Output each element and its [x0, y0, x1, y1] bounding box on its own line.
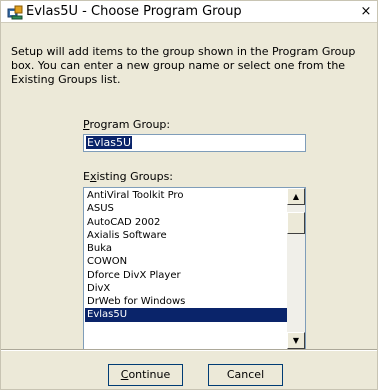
cancel-button[interactable]: Cancel	[208, 364, 283, 386]
list-item[interactable]: Axialis Software	[85, 229, 287, 242]
existing-groups-list[interactable]: AntiViral Toolkit Pro ASUS AutoCAD 2002 …	[83, 187, 306, 350]
scroll-thumb[interactable]	[287, 212, 305, 234]
existing-groups-label-pre: E	[83, 170, 90, 183]
list-item[interactable]: DivX	[85, 282, 287, 295]
arrow-down-icon: ▼	[292, 336, 300, 345]
program-group-label-rest: rogram Group:	[89, 118, 171, 131]
list-item[interactable]: Dforce DivX Player	[85, 269, 287, 282]
existing-groups-label-rest: isting Groups:	[96, 170, 174, 183]
program-group-label: Program Group:	[83, 118, 170, 131]
arrow-up-icon: ▲	[292, 192, 300, 201]
title-bar[interactable]: Evlas5U - Choose Program Group ×	[1, 1, 377, 23]
continue-label: ontinue	[128, 368, 171, 381]
list-item[interactable]: ASUS	[85, 202, 287, 215]
list-scrollbar[interactable]: ▲ ▼	[287, 188, 305, 349]
existing-groups-label: Existing Groups:	[83, 170, 173, 183]
close-icon: ×	[360, 4, 372, 19]
program-group-input[interactable]: Evlas5U	[83, 134, 306, 152]
list-item[interactable]: COWON	[85, 255, 287, 268]
instructions-text: Setup will add items to the group shown …	[11, 45, 356, 86]
scroll-down-button[interactable]: ▼	[287, 332, 305, 349]
setup-icon	[7, 5, 23, 20]
program-group-value: Evlas5U	[86, 136, 133, 149]
existing-groups-items: AntiViral Toolkit Pro ASUS AutoCAD 2002 …	[85, 189, 287, 348]
list-item-selected[interactable]: Evlas5U	[85, 308, 287, 322]
list-item[interactable]: AutoCAD 2002	[85, 216, 287, 229]
close-button[interactable]: ×	[357, 3, 375, 21]
separator	[1, 349, 377, 351]
list-item[interactable]: DrWeb for Windows	[85, 295, 287, 308]
list-item[interactable]: Buka	[85, 242, 287, 255]
scroll-up-button[interactable]: ▲	[287, 188, 305, 205]
window-title: Evlas5U - Choose Program Group	[26, 4, 242, 19]
list-item[interactable]: AntiViral Toolkit Pro	[85, 189, 287, 202]
choose-program-group-dialog: Evlas5U - Choose Program Group × Setup w…	[0, 0, 378, 390]
continue-button[interactable]: Continue	[108, 364, 183, 386]
